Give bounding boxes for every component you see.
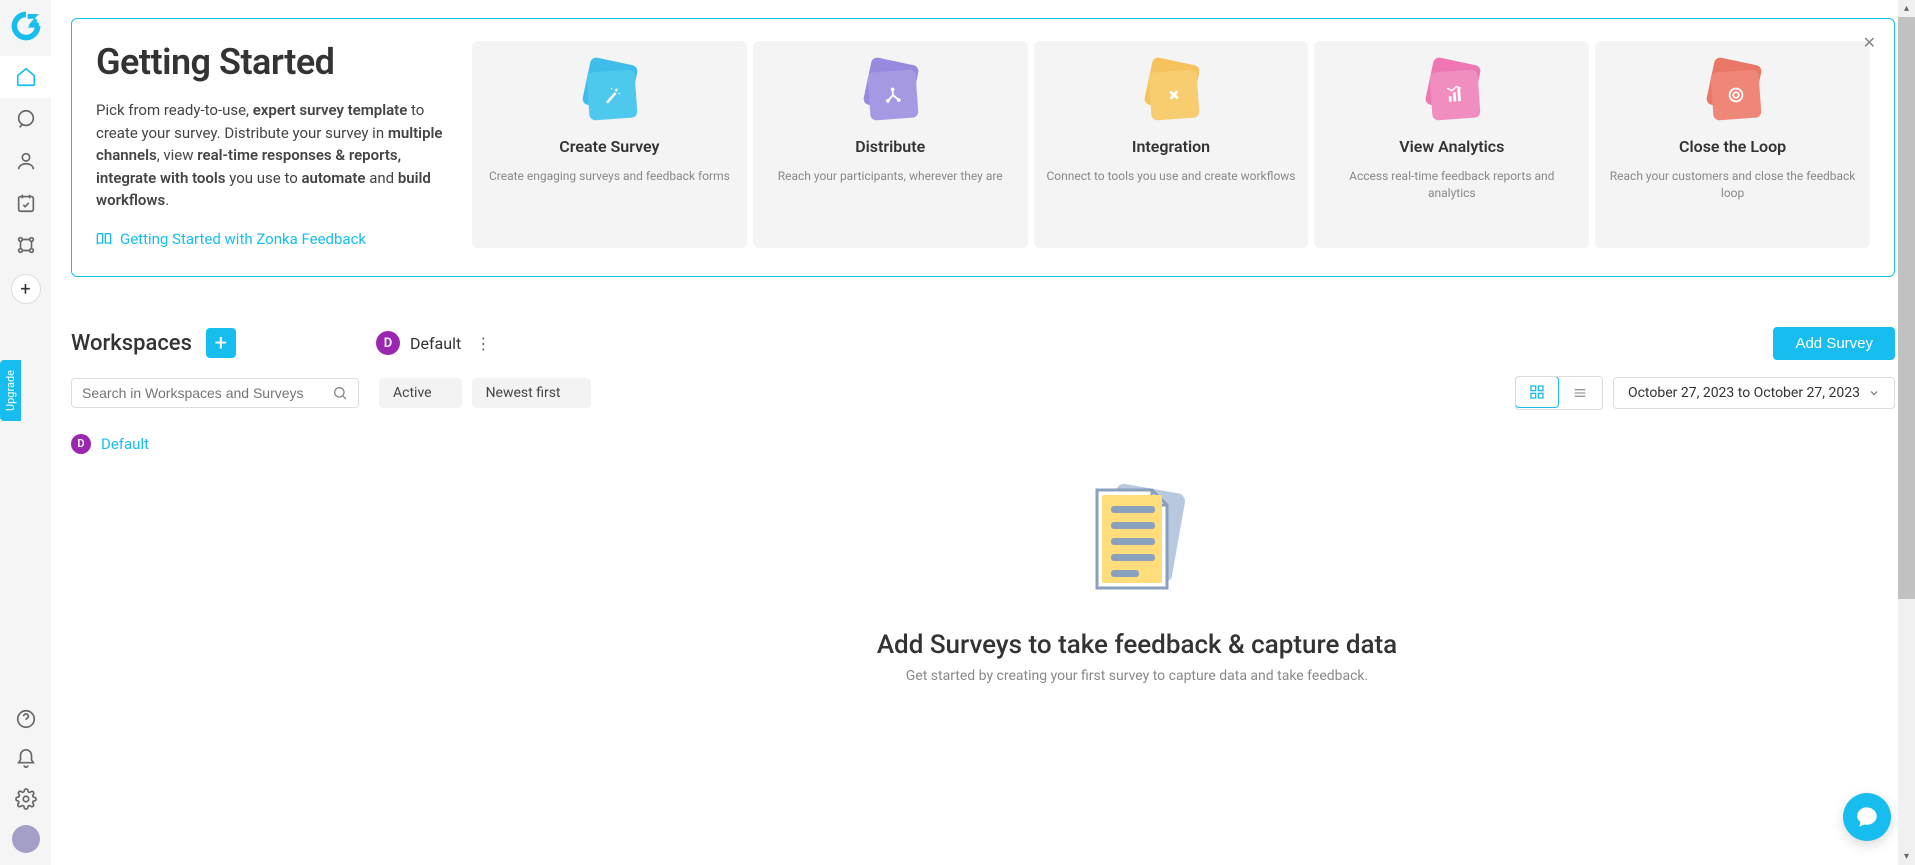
workspaces-title: Workspaces bbox=[71, 331, 192, 356]
nav-tasks[interactable] bbox=[0, 182, 51, 224]
view-grid-button[interactable] bbox=[1515, 376, 1559, 408]
search-icon bbox=[332, 385, 348, 401]
card-analytics[interactable]: View Analytics Access real-time feedback… bbox=[1314, 41, 1589, 248]
chart-icon bbox=[1423, 61, 1481, 119]
empty-description: Get started by creating your first surve… bbox=[906, 668, 1368, 684]
nav-home[interactable] bbox=[0, 56, 51, 98]
getting-started-title: Getting Started bbox=[96, 41, 446, 83]
loop-icon bbox=[1704, 61, 1762, 119]
card-desc: Connect to tools you use and create work… bbox=[1046, 168, 1295, 185]
book-icon bbox=[96, 231, 112, 247]
chevron-down-icon bbox=[1868, 387, 1880, 399]
getting-started-link-label: Getting Started with Zonka Feedback bbox=[120, 230, 366, 248]
card-title: Distribute bbox=[855, 137, 925, 156]
nav-add-button[interactable]: + bbox=[11, 274, 41, 304]
card-close-loop[interactable]: Close the Loop Reach your customers and … bbox=[1595, 41, 1870, 248]
wand-icon bbox=[580, 61, 638, 119]
workspace-more-icon[interactable]: ⋮ bbox=[471, 334, 495, 353]
main-content: ✕ Getting Started Pick from ready-to-use… bbox=[51, 0, 1915, 865]
user-avatar[interactable] bbox=[12, 825, 40, 853]
close-icon[interactable]: ✕ bbox=[1863, 33, 1876, 52]
empty-title: Add Surveys to take feedback & capture d… bbox=[877, 630, 1397, 660]
card-distribute[interactable]: Distribute Reach your participants, wher… bbox=[753, 41, 1028, 248]
sidebar: + bbox=[0, 0, 51, 865]
workspace-name: Default bbox=[410, 334, 461, 353]
chat-launcher[interactable] bbox=[1843, 793, 1891, 841]
workspaces-header: Workspaces + D Default ⋮ Add Survey bbox=[71, 327, 1895, 360]
view-toggle bbox=[1515, 376, 1603, 410]
document-illustration-icon bbox=[1067, 470, 1207, 610]
card-create-survey[interactable]: Create Survey Create engaging surveys an… bbox=[472, 41, 747, 248]
card-integration[interactable]: Integration Connect to tools you use and… bbox=[1034, 41, 1309, 248]
workspace-badge: D bbox=[71, 434, 91, 454]
getting-started-panel: ✕ Getting Started Pick from ready-to-use… bbox=[71, 18, 1895, 277]
add-workspace-button[interactable]: + bbox=[206, 328, 236, 358]
search-input[interactable] bbox=[82, 385, 332, 401]
card-title: Integration bbox=[1132, 137, 1210, 156]
upgrade-tab[interactable]: Upgrade bbox=[0, 360, 21, 421]
card-desc: Access real-time feedback reports and an… bbox=[1326, 168, 1577, 202]
current-workspace: D Default ⋮ bbox=[376, 331, 495, 355]
filter-sort[interactable]: Newest first bbox=[472, 378, 591, 408]
getting-started-description: Pick from ready-to-use, expert survey te… bbox=[96, 99, 446, 212]
card-title: Close the Loop bbox=[1679, 137, 1786, 156]
nav-workflows[interactable] bbox=[0, 224, 51, 266]
plug-icon bbox=[1142, 61, 1200, 119]
nav-help[interactable] bbox=[0, 699, 51, 739]
add-survey-button[interactable]: Add Survey bbox=[1773, 327, 1895, 360]
brand-logo[interactable] bbox=[8, 8, 44, 44]
nav-messages[interactable] bbox=[0, 98, 51, 140]
nav-notifications[interactable] bbox=[0, 739, 51, 779]
getting-started-link[interactable]: Getting Started with Zonka Feedback bbox=[96, 230, 446, 248]
card-desc: Create engaging surveys and feedback for… bbox=[489, 168, 730, 185]
scrollbar[interactable]: ▴ ▾ bbox=[1898, 0, 1915, 865]
empty-state: Add Surveys to take feedback & capture d… bbox=[379, 430, 1895, 684]
workspace-list: D Default bbox=[71, 430, 359, 684]
workspace-item-name: Default bbox=[101, 435, 149, 453]
filter-status[interactable]: Active bbox=[379, 378, 462, 408]
card-desc: Reach your customers and close the feedb… bbox=[1607, 168, 1858, 202]
view-list-button[interactable] bbox=[1558, 377, 1602, 409]
card-title: View Analytics bbox=[1399, 137, 1504, 156]
workspace-list-item[interactable]: D Default bbox=[71, 430, 359, 458]
chat-icon bbox=[1854, 804, 1880, 830]
nav-settings[interactable] bbox=[0, 779, 51, 819]
nav-contacts[interactable] bbox=[0, 140, 51, 182]
share-icon bbox=[861, 61, 919, 119]
date-range-picker[interactable]: October 27, 2023 to October 27, 2023 bbox=[1613, 377, 1895, 409]
date-range-label: October 27, 2023 to October 27, 2023 bbox=[1628, 385, 1860, 401]
workspace-search[interactable] bbox=[71, 378, 359, 408]
workspace-badge: D bbox=[376, 331, 400, 355]
card-desc: Reach your participants, wherever they a… bbox=[778, 168, 1003, 185]
card-title: Create Survey bbox=[559, 137, 659, 156]
